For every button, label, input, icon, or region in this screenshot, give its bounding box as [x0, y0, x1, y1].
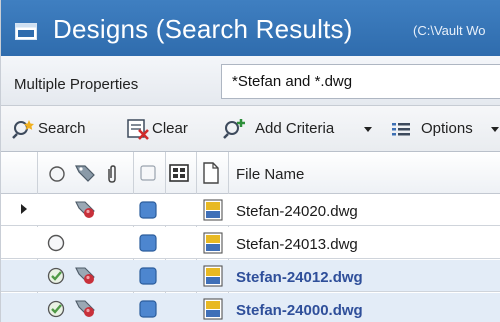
pinned-tag-icon — [75, 300, 95, 317]
add-criteria-label: Add Criteria — [255, 120, 335, 137]
folder-icon — [15, 23, 37, 40]
checked-status-icon — [47, 300, 65, 318]
file-name: Stefan-24020.dwg — [236, 203, 358, 220]
clear-button-label: Clear — [152, 120, 188, 137]
blue-square-icon — [139, 234, 157, 252]
search-criteria-row: Multiple Properties *Stefan and *.dwg — [1, 56, 500, 106]
table-row[interactable]: Stefan-24000.dwg — [1, 293, 500, 322]
status-circle-icon[interactable] — [48, 165, 66, 183]
property-label: Multiple Properties — [14, 76, 139, 93]
document-icon[interactable] — [202, 162, 220, 184]
file-name: Stefan-24013.dwg — [236, 236, 358, 253]
dwg-file-icon — [203, 265, 223, 287]
add-criteria-button[interactable]: Add Criteria — [223, 118, 383, 140]
pinned-tag-icon — [75, 267, 95, 284]
vault-window: Designs (Search Results) (C:\Vault Wo Mu… — [0, 0, 500, 322]
checked-status-icon — [47, 267, 65, 285]
chevron-down-icon — [491, 127, 499, 132]
pinned-tag-icon — [75, 201, 95, 218]
dwg-file-icon — [203, 199, 223, 221]
file-name-column-header[interactable]: File Name — [236, 166, 304, 183]
title-bar: Designs (Search Results) (C:\Vault Wo — [1, 0, 500, 56]
status-circle-icon — [47, 234, 65, 252]
search-input[interactable]: *Stefan and *.dwg — [221, 64, 500, 99]
results-grid: File Name Stefan-24020.dwg Stefan-24013.… — [1, 152, 500, 322]
options-button[interactable]: Options — [391, 118, 500, 140]
file-name: Stefan-24000.dwg — [236, 302, 363, 319]
row-pointer-icon — [21, 204, 27, 214]
checkbox-icon[interactable] — [140, 165, 156, 181]
vault-path: (C:\Vault Wo — [413, 23, 486, 38]
blue-square-icon — [139, 201, 157, 219]
search-icon — [12, 120, 34, 139]
file-name: Stefan-24012.dwg — [236, 269, 363, 286]
clear-icon — [127, 119, 149, 140]
grid-header: File Name — [1, 152, 500, 194]
options-icon — [392, 123, 410, 136]
paperclip-icon[interactable] — [106, 164, 118, 184]
search-button-label: Search — [38, 120, 86, 137]
window-title: Designs (Search Results) — [53, 14, 353, 44]
search-button[interactable]: Search — [12, 118, 112, 140]
dwg-file-icon — [203, 298, 223, 320]
clear-button[interactable]: Clear — [126, 118, 212, 140]
table-row[interactable]: Stefan-24012.dwg — [1, 260, 500, 292]
chevron-down-icon — [364, 127, 372, 132]
add-criteria-icon — [223, 119, 245, 139]
blue-square-icon — [139, 267, 157, 285]
table-row[interactable]: Stefan-24020.dwg — [1, 194, 500, 226]
table-row[interactable]: Stefan-24013.dwg — [1, 227, 500, 259]
thumbnail-grid-icon[interactable] — [169, 164, 189, 182]
dwg-file-icon — [203, 232, 223, 254]
search-toolbar: Search Clear Add Criteria Options — [1, 106, 500, 152]
blue-square-icon — [139, 300, 157, 318]
options-label: Options — [421, 120, 473, 137]
pushpin-tag-icon[interactable] — [73, 163, 97, 183]
